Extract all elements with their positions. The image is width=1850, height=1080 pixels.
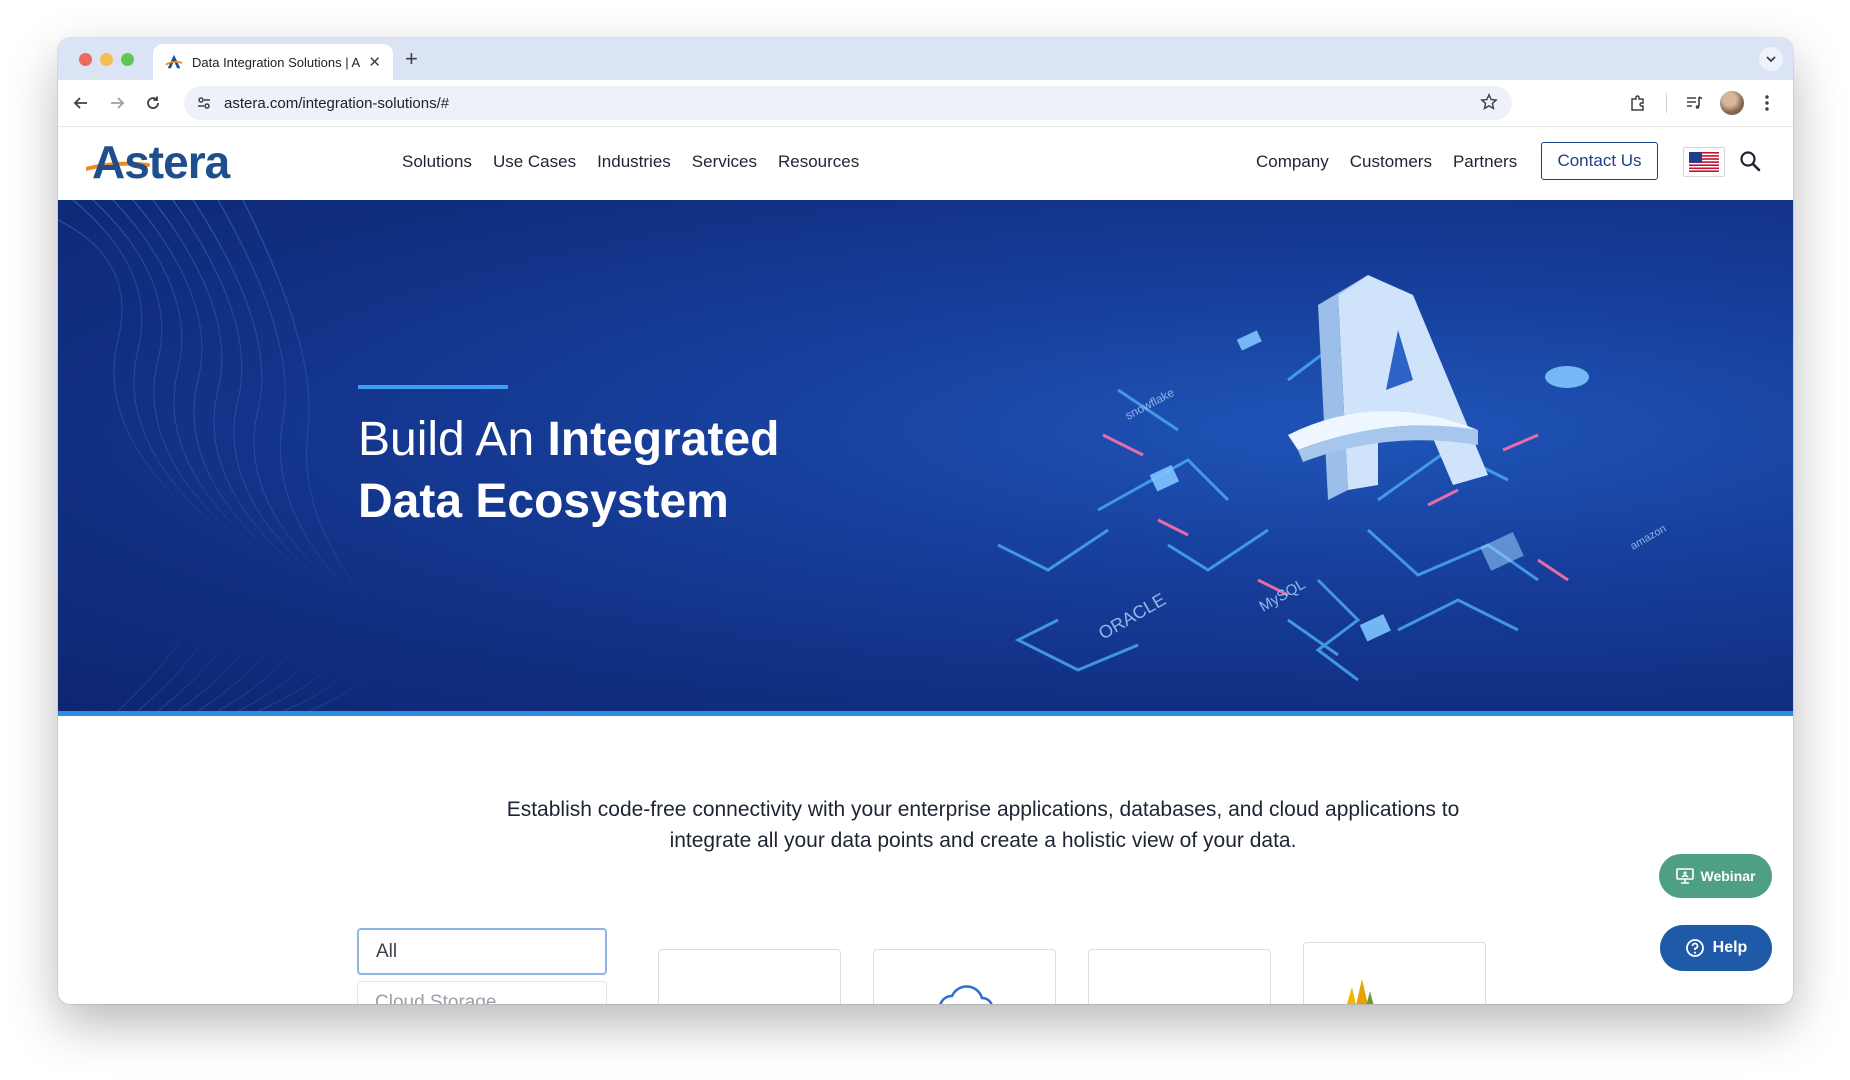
puzzle-icon <box>1631 95 1644 111</box>
hero-bottom-line <box>58 711 1793 716</box>
nav-item-services[interactable]: Services <box>692 152 757 172</box>
tab-close-icon[interactable]: ✕ <box>368 53 381 71</box>
bookmark-star-icon[interactable] <box>1480 93 1498 111</box>
connector-card[interactable] <box>658 949 841 1004</box>
astera-logo[interactable]: Astera <box>86 135 246 191</box>
browser-toolbar: astera.com/integration-solutions/# <box>58 80 1793 127</box>
oracle-label: ORACLE <box>1095 589 1169 643</box>
astera-favicon-icon <box>165 54 183 69</box>
snowflake-label: snowflake <box>1123 385 1177 423</box>
minimize-window-button[interactable] <box>100 53 113 66</box>
profile-avatar[interactable] <box>1720 91 1744 115</box>
us-flag-icon <box>1689 152 1719 172</box>
amazon-label: amazon <box>1629 523 1669 553</box>
connector-card[interactable] <box>1303 942 1486 1004</box>
intro-text: Establish code-free connectivity with yo… <box>506 798 1460 852</box>
toolbar-separator <box>1666 93 1667 113</box>
forward-button[interactable] <box>106 92 128 114</box>
reload-button[interactable] <box>142 92 164 114</box>
hero-title: Build An Integrated Data Ecosystem <box>358 409 780 533</box>
hero-banner: ORACLE MySQL snowflake amazon Build An I… <box>58 200 1793 711</box>
browser-tab-active[interactable]: Data Integration Solutions | A ✕ <box>153 44 393 80</box>
nav-item-partners[interactable]: Partners <box>1453 152 1517 172</box>
help-button[interactable]: Help <box>1660 925 1772 971</box>
search-icon <box>1740 151 1761 172</box>
primary-nav: Solutions Use Cases Industries Services … <box>402 152 859 172</box>
nav-item-resources[interactable]: Resources <box>778 152 859 172</box>
filter-option-cloud-storage[interactable]: Cloud Storage <box>357 981 607 1004</box>
hero-accent-line <box>358 385 508 389</box>
back-button[interactable] <box>70 92 92 114</box>
webinar-label: Webinar <box>1700 868 1756 884</box>
nav-item-company[interactable]: Company <box>1256 152 1329 172</box>
tab-search-button[interactable] <box>1759 47 1783 71</box>
arrow-left-icon <box>73 97 87 109</box>
language-selector[interactable] <box>1683 147 1725 177</box>
nav-item-industries[interactable]: Industries <box>597 152 671 172</box>
media-control-button[interactable] <box>1683 92 1705 114</box>
url-text: astera.com/integration-solutions/# <box>224 94 450 112</box>
tab-strip: Data Integration Solutions | A ✕ + <box>58 38 1793 80</box>
site-header: Astera Solutions Use Cases Industries Se… <box>58 127 1793 200</box>
help-label: Help <box>1712 939 1748 956</box>
contact-us-button[interactable]: Contact Us <box>1541 142 1658 180</box>
nav-item-use-cases[interactable]: Use Cases <box>493 152 576 172</box>
cloud-icon <box>939 985 993 1004</box>
queue-music-icon <box>1687 96 1703 109</box>
new-tab-button[interactable]: + <box>405 46 418 72</box>
extensions-button[interactable] <box>1627 92 1649 114</box>
presentation-icon <box>1675 868 1694 884</box>
webinar-button[interactable]: Webinar <box>1659 854 1772 898</box>
site-settings-icon <box>198 97 210 109</box>
logo-text: Astera <box>92 136 230 188</box>
dynamics-logo-icon <box>1346 979 1374 1004</box>
arrow-right-icon <box>111 97 125 109</box>
maximize-window-button[interactable] <box>121 53 134 66</box>
reload-icon <box>147 96 159 109</box>
connector-card[interactable] <box>873 949 1056 1004</box>
secondary-nav: Company Customers Partners <box>1256 152 1517 172</box>
tab-title: Data Integration Solutions | A <box>192 54 361 70</box>
address-bar[interactable]: astera.com/integration-solutions/# <box>184 86 1512 120</box>
hero-title-light: Build An <box>358 413 548 466</box>
connector-card[interactable] <box>1088 949 1271 1004</box>
close-window-button[interactable] <box>79 53 92 66</box>
hero-title-bold-1: Integrated <box>547 413 780 466</box>
site-search-button[interactable] <box>1738 149 1762 178</box>
hero-illustration: ORACLE MySQL snowflake amazon <box>58 200 1669 711</box>
help-circle-icon <box>1685 939 1704 957</box>
browser-window: Data Integration Solutions | A ✕ + aster… <box>58 38 1793 1004</box>
hero-title-bold-2: Data Ecosystem <box>358 475 729 528</box>
nav-item-customers[interactable]: Customers <box>1350 152 1432 172</box>
chevron-down-icon <box>1766 56 1776 63</box>
filter-option-all[interactable]: All <box>357 928 607 975</box>
nav-item-solutions[interactable]: Solutions <box>402 152 472 172</box>
more-vertical-icon <box>1765 95 1769 111</box>
browser-menu-button[interactable] <box>1756 92 1778 114</box>
